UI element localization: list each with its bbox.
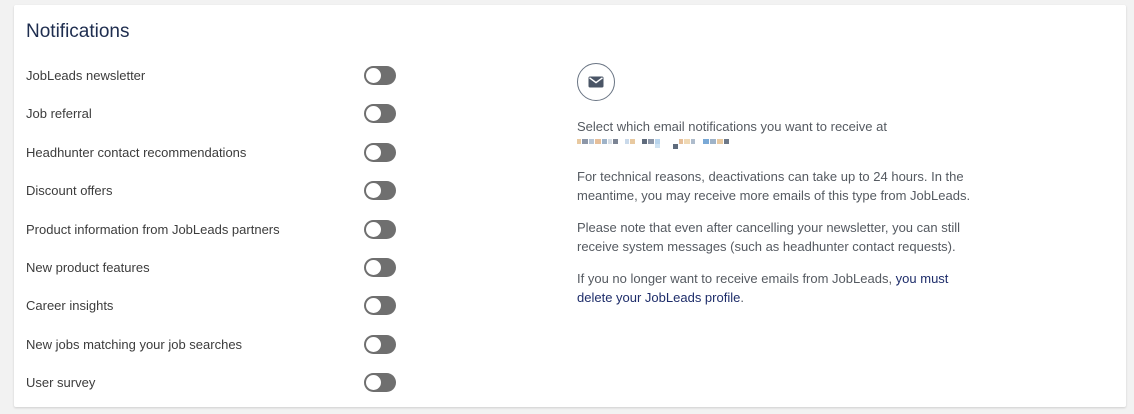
job-referral-toggle[interactable] xyxy=(364,103,396,123)
setting-label: Product information from JobLeads partne… xyxy=(26,221,280,237)
newsletter-toggle[interactable] xyxy=(364,65,396,85)
setting-row-survey: User survey xyxy=(26,370,396,394)
toggle-knob xyxy=(366,182,381,198)
toggle-knob xyxy=(366,144,381,160)
toggle-knob xyxy=(366,259,381,275)
discount-toggle[interactable] xyxy=(364,180,396,200)
headhunter-toggle[interactable] xyxy=(364,142,396,162)
delete-profile-text: If you no longer want to receive emails … xyxy=(577,269,977,307)
notifications-card: Notifications JobLeads newsletter Job re… xyxy=(14,5,1126,407)
setting-label: New product features xyxy=(26,259,150,275)
select-email-text: Select which email notifications you wan… xyxy=(577,119,887,134)
setting-label: Career insights xyxy=(26,297,114,313)
setting-row-new-jobs: New jobs matching your job searches xyxy=(26,332,396,356)
setting-label: Discount offers xyxy=(26,182,113,198)
setting-label: Headhunter contact recommendations xyxy=(26,144,247,160)
setting-row-headhunter: Headhunter contact recommendations xyxy=(26,140,396,164)
setting-row-features: New product features xyxy=(26,255,396,279)
redacted-email-address xyxy=(577,139,729,149)
toggle-knob xyxy=(366,297,381,313)
survey-toggle[interactable] xyxy=(364,372,396,392)
toggle-knob xyxy=(366,336,381,352)
toggle-knob xyxy=(366,374,381,390)
setting-label: JobLeads newsletter xyxy=(26,67,146,83)
features-toggle[interactable] xyxy=(364,257,396,277)
mail-icon xyxy=(577,63,615,101)
setting-row-discount: Discount offers xyxy=(26,178,396,202)
new-jobs-toggle[interactable] xyxy=(364,334,396,354)
info-panel: Select which email notifications you wan… xyxy=(577,63,977,305)
setting-row-partners: Product information from JobLeads partne… xyxy=(26,217,396,241)
system-messages-text: Please note that even after cancelling y… xyxy=(577,220,960,254)
setting-label: Job referral xyxy=(26,105,92,121)
toggle-knob xyxy=(366,221,381,237)
toggle-knob xyxy=(366,67,381,83)
setting-row-job-referral: Job referral xyxy=(26,101,396,125)
partners-toggle[interactable] xyxy=(364,219,396,239)
setting-row-career: Career insights xyxy=(26,293,396,317)
technical-reasons-text: For technical reasons, deactivations can… xyxy=(577,169,971,203)
section-title: Notifications xyxy=(26,21,130,42)
career-toggle[interactable] xyxy=(364,295,396,315)
setting-row-newsletter: JobLeads newsletter xyxy=(26,63,396,87)
delete-profile-prefix: If you no longer want to receive emails … xyxy=(577,271,896,286)
toggle-knob xyxy=(366,105,381,121)
setting-label: User survey xyxy=(26,374,96,390)
delete-profile-suffix: . xyxy=(740,290,744,305)
setting-label: New jobs matching your job searches xyxy=(26,336,243,352)
